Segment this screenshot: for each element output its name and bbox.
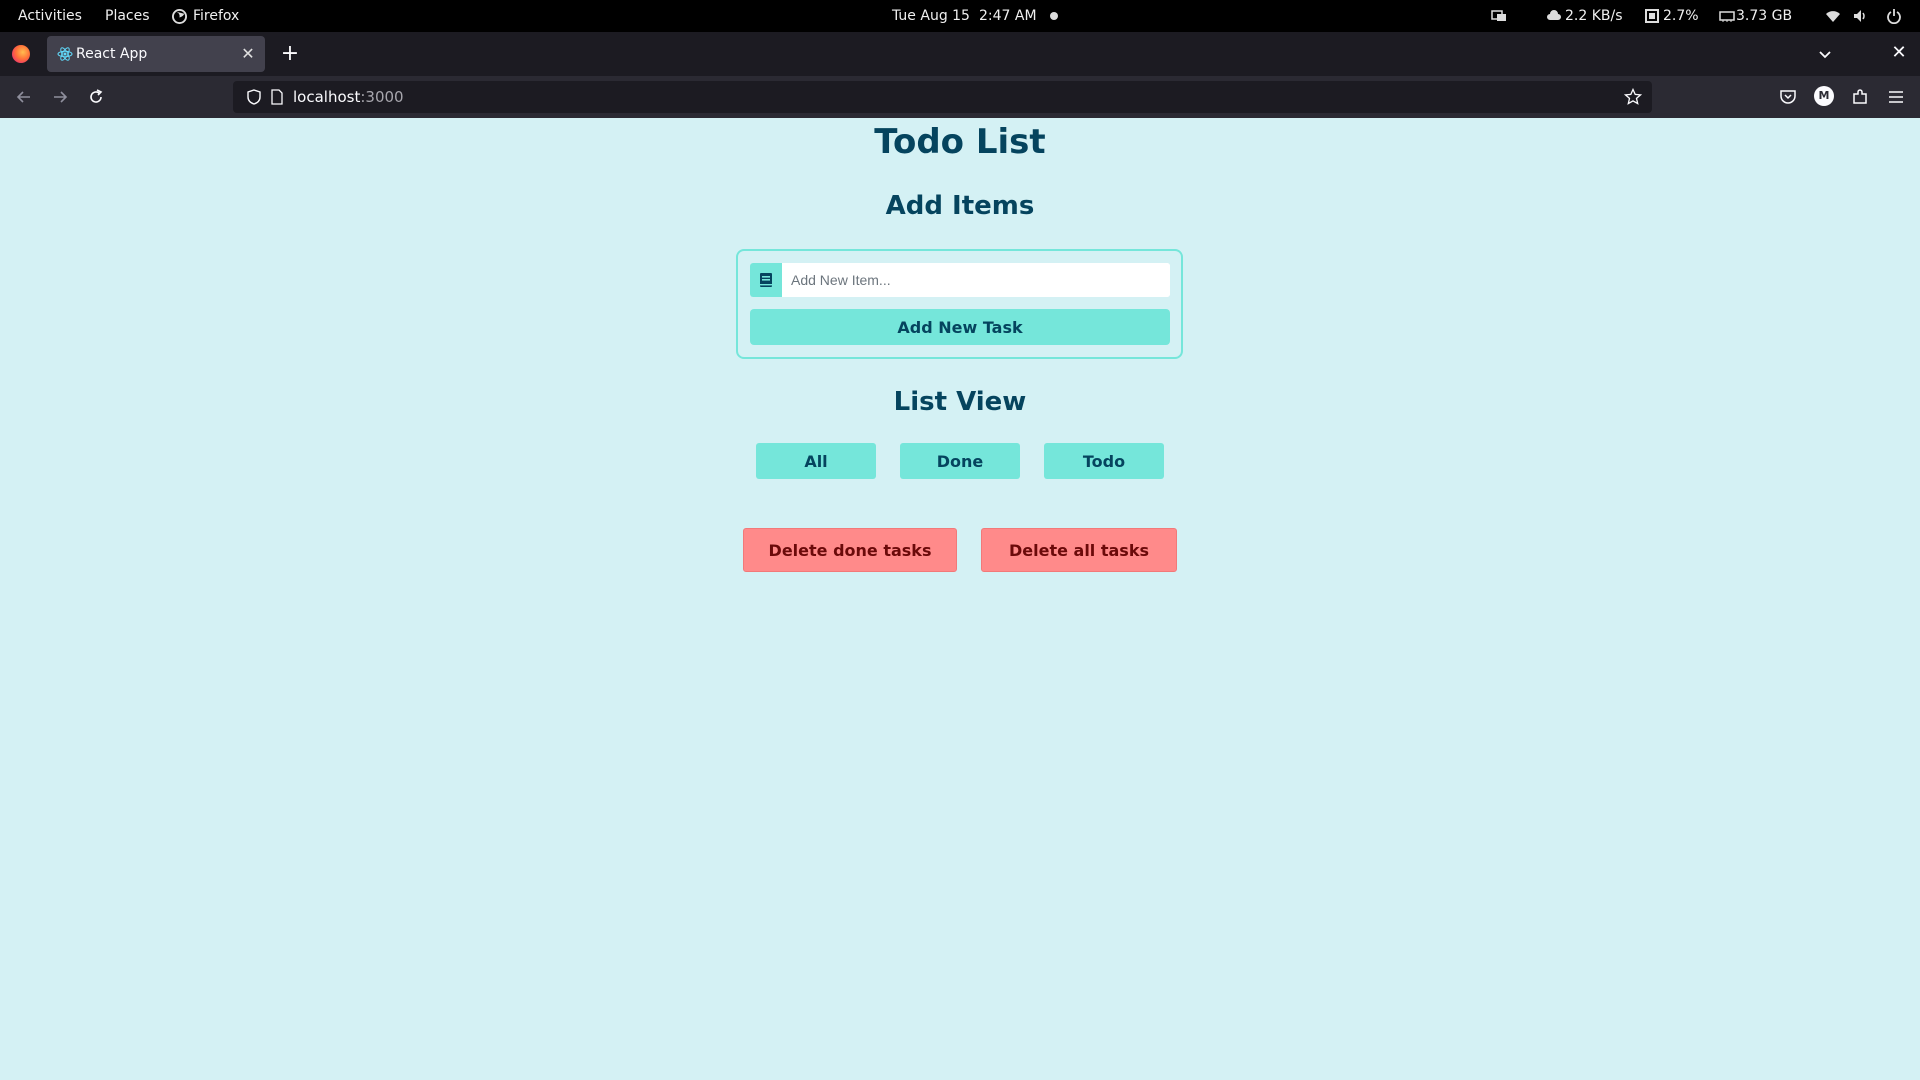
hamburger-menu-icon[interactable] [1886,87,1906,107]
app-name-label: Firefox [193,8,240,24]
memory-usage: 3.73 GB [1736,8,1793,24]
memory-icon [1719,11,1735,22]
list-view-heading: List View [893,387,1027,417]
url-host: localhost [293,88,361,106]
cloud-upload-icon [1547,10,1561,20]
activities-button[interactable]: Activities [18,0,82,32]
browser-nav-bar: localhost:3000 M [0,76,1920,118]
list-all-tabs-icon[interactable] [1815,44,1835,64]
volume-icon[interactable] [1852,8,1868,24]
url-text[interactable]: localhost:3000 [293,81,404,113]
forward-arrow-icon[interactable] [50,87,70,107]
new-tab-button[interactable]: + [280,43,300,65]
account-avatar-icon[interactable]: M [1814,86,1834,106]
filter-all-button[interactable]: All [756,443,876,479]
back-arrow-icon[interactable] [14,87,34,107]
page-info-icon[interactable] [270,89,284,105]
react-logo-icon [57,47,73,61]
delete-all-tasks-button[interactable]: Delete all tasks [981,528,1177,572]
add-new-task-button[interactable]: Add New Task [750,309,1170,345]
wifi-icon[interactable] [1825,8,1841,24]
notification-dot [1050,12,1058,20]
app-viewport: Todo List Add Items Add New Task List Vi… [0,118,1920,1080]
reload-icon[interactable] [86,87,106,107]
clock-date[interactable]: Tue Aug 15 [892,0,970,32]
app-menu-firefox[interactable]: Firefox [172,0,239,32]
browser-tab-strip: React App ✕ + ✕ [0,32,1920,76]
add-task-form: Add New Task [736,249,1183,359]
input-group [750,263,1170,297]
window-close-icon[interactable]: ✕ [1888,42,1910,64]
book-icon [750,263,782,297]
power-icon[interactable] [1886,8,1902,24]
cpu-usage: 2.7% [1663,8,1699,24]
filter-todo-button[interactable]: Todo [1044,443,1164,479]
new-item-input[interactable] [782,263,1170,297]
add-items-heading: Add Items [885,191,1035,221]
bookmark-star-icon[interactable] [1624,88,1642,106]
cpu-icon [1645,9,1659,23]
firefox-view-icon[interactable] [12,45,30,63]
clock-time[interactable]: 2:47 AM [979,0,1037,32]
delete-done-tasks-button[interactable]: Delete done tasks [743,528,957,572]
tab-close-icon[interactable]: ✕ [239,45,257,63]
extensions-puzzle-icon[interactable] [1850,87,1870,107]
tracking-protection-shield-icon[interactable] [246,89,262,105]
filter-done-button[interactable]: Done [900,443,1020,479]
system-top-bar: Activities Places Firefox Tue Aug 15 2:4… [0,0,1920,32]
url-port: :3000 [360,88,404,106]
firefox-icon [172,9,187,24]
tab-react-app[interactable]: React App ✕ [47,36,265,72]
address-bar[interactable]: localhost:3000 [233,81,1652,113]
pocket-icon[interactable] [1778,87,1798,107]
page-title: Todo List [874,122,1046,162]
tab-title: React App [76,46,148,62]
places-menu[interactable]: Places [105,0,150,32]
screen-share-icon[interactable] [1491,8,1507,24]
network-speed: 2.2 KB/s [1565,8,1623,24]
